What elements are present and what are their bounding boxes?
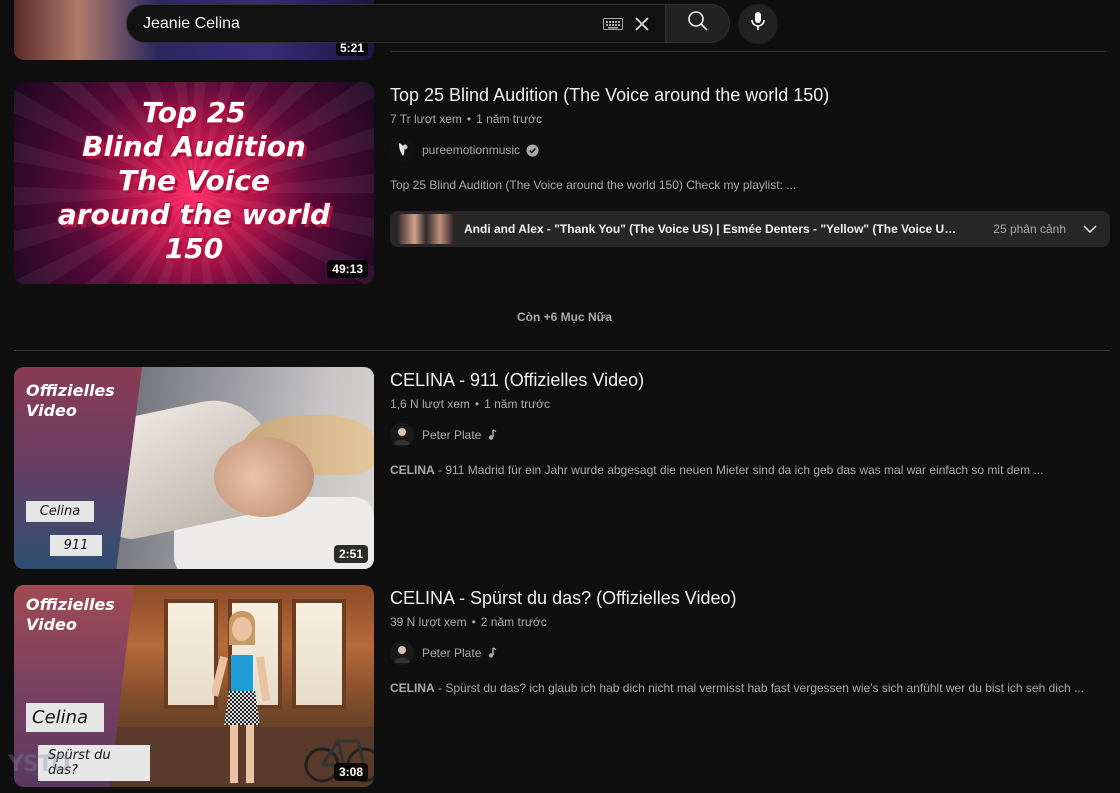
voice-search-button[interactable] [738,3,778,44]
view-count: 7 Tr lượt xem [390,112,462,126]
show-more-button[interactable]: Còn +6 Mục Nữa [517,310,612,324]
music-note-icon [487,429,497,441]
chapter-thumbnail [398,214,454,244]
video-title[interactable]: CELINA - Spürst du das? (Offizielles Vid… [390,585,1110,611]
video-duration: 2:51 [333,545,368,563]
channel-avatar[interactable] [390,641,414,665]
channel-row[interactable]: pureemotionmusic [390,138,1110,162]
video-title[interactable]: Top 25 Blind Audition (The Voice around … [390,82,1110,108]
channel-name[interactable]: pureemotionmusic [422,143,520,157]
chapters-bar[interactable]: Andi and Alex - "Thank You" (The Voice U… [390,211,1110,247]
video-meta: 1,6 N lượt xem • 1 năm trước [390,397,551,411]
section-divider [14,350,1110,351]
search-button[interactable] [666,4,730,43]
chapter-titles: Andi and Alex - "Thank You" (The Voice U… [464,222,964,236]
view-count: 39 N lượt xem [390,615,467,629]
microphone-icon [750,11,766,36]
video-thumbnail[interactable]: Top 25 Blind Audition The Voice around t… [14,82,374,284]
thumbnail-tag: Celina [26,501,94,522]
video-duration: 49:13 [327,260,368,278]
upload-age: 2 năm trước [480,615,547,629]
channel-avatar[interactable] [390,138,414,162]
video-duration: 3:08 [333,763,368,781]
thumbnail-tag: Celina [26,703,104,732]
video-meta: 7 Tr lượt xem • 1 năm trước [390,112,543,126]
video-description: CELINA - 911 Madrid für ein Jahr wurde a… [390,463,1044,477]
search-icon [687,10,709,37]
video-thumbnail[interactable]: Offizielles Video Celina 911 2:51 [14,367,374,569]
thumbnail-label: Offizielles Video [26,381,115,420]
upload-age: 1 năm trước [476,112,543,126]
video-meta: 39 N lượt xem • 2 năm trước [390,615,547,629]
music-note-icon [487,647,497,659]
thumbnail-tag: 911 [50,535,102,556]
channel-avatar[interactable] [390,423,414,447]
search-box[interactable] [126,4,666,43]
channel-row[interactable]: Peter Plate [390,423,1110,447]
video-description: CELINA - Spürst du das? ich glaub ich ha… [390,681,1084,695]
upload-age: 1 năm trước [484,397,551,411]
video-description: Top 25 Blind Audition (The Voice around … [390,178,797,192]
clear-search-icon[interactable] [633,15,651,33]
view-count: 1,6 N lượt xem [390,397,470,411]
chapters-bar-partial [390,51,1105,52]
channel-name[interactable]: Peter Plate [422,428,481,442]
watermark-logo: YSTO [8,752,70,777]
thumbnail-title-art: Top 25 Blind Audition The Voice around t… [57,96,331,265]
person-figure [212,611,271,783]
verified-icon [526,143,539,157]
keyboard-icon[interactable] [603,17,623,30]
chapter-count: 25 phân cảnh [993,222,1066,236]
video-title[interactable]: CELINA - 911 (Offizielles Video) [390,367,1110,393]
thumbnail-label: Offizielles Video [26,595,115,634]
search-bar [126,3,778,44]
chevron-down-icon[interactable] [1078,217,1102,241]
search-input[interactable] [143,14,603,33]
channel-row[interactable]: Peter Plate [390,641,1110,665]
channel-name[interactable]: Peter Plate [422,646,481,660]
